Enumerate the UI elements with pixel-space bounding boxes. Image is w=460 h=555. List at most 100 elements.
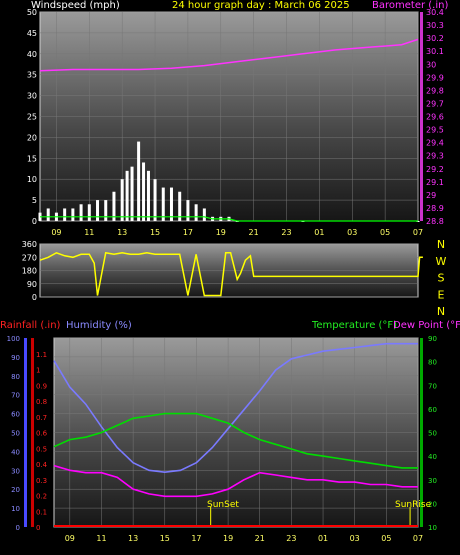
wind-bar: [146, 170, 150, 221]
temperature-tick-label: 80: [428, 359, 437, 367]
humidity-tick-label: 50: [11, 430, 20, 438]
wind-bar: [63, 208, 67, 221]
wind-bar: [46, 208, 50, 221]
graph-title: 24 hour graph day : March 06 2025: [172, 0, 350, 11]
wind-tick-label: 10: [27, 175, 37, 184]
wind-tick-label: 25: [27, 113, 37, 122]
barometer-tick-label: 28.9: [426, 204, 444, 213]
compass-label: S: [438, 272, 445, 285]
wind-tick-label: 35: [27, 71, 37, 80]
time-tick-label: 03: [350, 534, 360, 543]
temperature-axis-title: Temperature (°F): [312, 320, 398, 331]
rainfall-tick-label: 0.9: [36, 382, 47, 390]
windspeed-axis-title: Windspeed (mph): [31, 0, 120, 11]
barometer-tick-label: 29.2: [426, 165, 444, 174]
time-tick-label: 13: [117, 228, 127, 237]
humidity-tick-label: 10: [11, 505, 20, 513]
time-tick-label: 23: [281, 228, 291, 237]
wind-bar: [125, 170, 129, 221]
barometer-tick-label: 29.1: [426, 178, 444, 187]
wind-bar: [87, 204, 91, 221]
compass-label: E: [438, 288, 445, 301]
rainfall-axis-title: Rainfall (.in): [0, 320, 61, 331]
wind-bar: [169, 187, 173, 221]
temperature-tick-label: 70: [428, 382, 437, 390]
humidity-axis-title: Humidity (%): [66, 320, 132, 331]
wind-tick-label: 0: [32, 217, 37, 226]
time-tick-label: 07: [413, 534, 423, 543]
compass-label: W: [436, 255, 447, 268]
wind-tick-label: 30: [27, 92, 37, 101]
barometer-tick-label: 29.9: [426, 73, 444, 82]
humidity-tick-label: 0: [16, 524, 20, 532]
direction-tick-label: 0: [32, 293, 37, 302]
temperature-axis-bar: [420, 338, 423, 527]
temperature-tick-label: 50: [428, 430, 437, 438]
wind-bar: [96, 200, 100, 221]
barometer-tick-label: 29.7: [426, 99, 444, 108]
rainfall-tick-label: 0.3: [36, 477, 47, 485]
humidity-axis-bar: [24, 338, 27, 527]
sunrise-label: SunRise: [395, 500, 432, 510]
wind-bar: [79, 204, 83, 221]
rainfall-tick-label: 0.5: [36, 445, 47, 453]
barometer-tick-label: 30.2: [426, 34, 444, 43]
direction-tick-label: 180: [22, 267, 37, 276]
temperature-tick-label: 10: [428, 524, 437, 532]
time-tick-label: 09: [51, 228, 61, 237]
humidity-tick-label: 70: [11, 392, 20, 400]
time-tick-label: 03: [347, 228, 357, 237]
wind-bar: [142, 162, 146, 221]
humidity-tick-label: 20: [11, 486, 20, 494]
rainfall-tick-label: 1: [36, 367, 40, 375]
wind-bar: [120, 179, 124, 221]
time-tick-label: 13: [128, 534, 138, 543]
time-tick-label: 19: [223, 534, 233, 543]
humidity-tick-label: 40: [11, 448, 20, 456]
temperature-tick-label: 30: [428, 477, 437, 485]
time-tick-label: 15: [150, 228, 160, 237]
humidity-tick-label: 60: [11, 411, 20, 419]
barometer-tick-label: 30: [426, 60, 436, 69]
time-tick-label: 17: [183, 228, 193, 237]
wind-tick-label: 45: [27, 29, 37, 38]
rainfall-tick-label: 0.2: [36, 493, 47, 501]
rainfall-tick-label: 0.1: [36, 508, 47, 516]
chart-canvas: 0510152025303540455028.828.92929.129.229…: [7, 8, 447, 543]
time-tick-label: 05: [380, 228, 390, 237]
barometer-tick-label: 29.6: [426, 113, 444, 122]
wind-bar: [161, 187, 165, 221]
temperature-tick-label: 90: [428, 335, 437, 343]
rainfall-tick-label: 0: [36, 524, 40, 532]
humidity-tick-label: 80: [11, 373, 20, 381]
barometer-tick-label: 29.3: [426, 152, 444, 161]
rainfall-tick-label: 0.8: [36, 398, 47, 406]
direction-tick-label: 90: [27, 280, 37, 289]
compass-label: N: [437, 238, 445, 251]
rainfall-tick-label: 0.4: [36, 461, 48, 469]
rainfall-tick-label: 0.6: [36, 430, 48, 438]
time-tick-label: 01: [314, 228, 324, 237]
humidity-tick-label: 30: [11, 467, 20, 475]
humidity-tick-label: 100: [7, 335, 20, 343]
time-tick-label: 11: [84, 228, 94, 237]
barometer-tick-label: 29.8: [426, 86, 444, 95]
wind-bar: [153, 179, 157, 221]
wind-tick-label: 40: [27, 50, 37, 59]
sunset-label: SunSet: [207, 500, 239, 510]
temperature-tick-label: 40: [428, 453, 437, 461]
direction-tick-label: 270: [22, 253, 37, 262]
temperature-tick-label: 60: [428, 406, 437, 414]
wind-tick-label: 5: [32, 196, 37, 205]
dewpoint-axis-title: Dew Point (°F): [393, 320, 460, 331]
direction-tick-label: 360: [22, 240, 37, 249]
barometer-axis-title: Barometer (.in): [372, 0, 449, 11]
time-tick-label: 21: [249, 228, 259, 237]
time-tick-label: 09: [65, 534, 75, 543]
barometer-tick-label: 29.5: [426, 126, 444, 135]
rainfall-axis-bar: [31, 338, 34, 527]
barometer-tick-label: 30.1: [426, 47, 444, 56]
wind-tick-label: 20: [27, 133, 37, 142]
wind-bar: [202, 208, 206, 221]
humidity-tick-label: 90: [11, 354, 20, 362]
